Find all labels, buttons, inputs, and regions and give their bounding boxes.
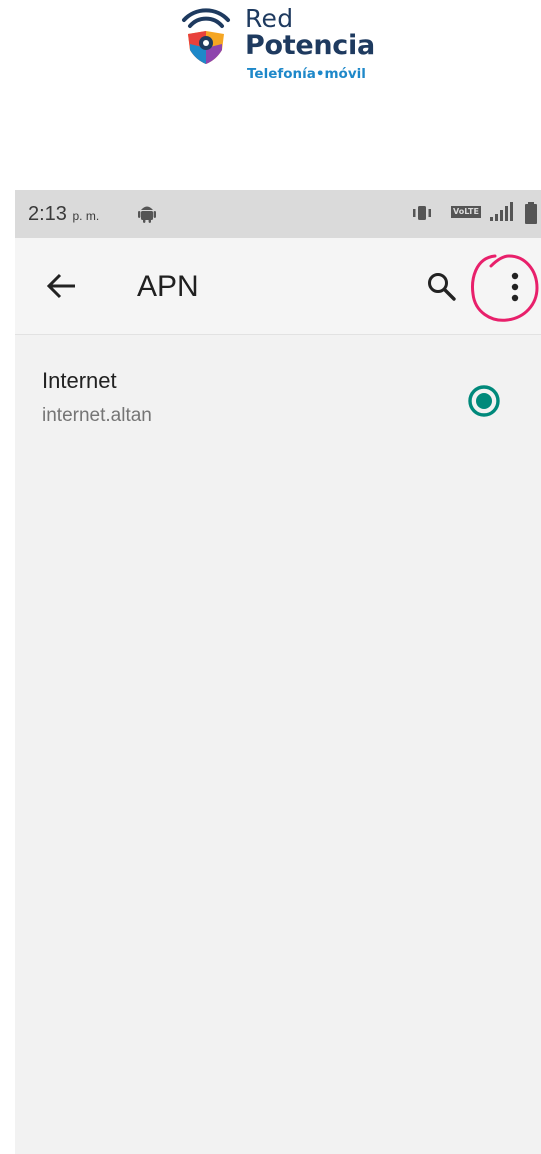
brand-name-line2: Potencia bbox=[245, 30, 375, 61]
status-bar: 2:13 p. m. VoLTE bbox=[15, 190, 541, 238]
status-icons: VoLTE bbox=[411, 202, 541, 224]
search-icon[interactable] bbox=[426, 271, 458, 303]
more-options-icon[interactable] bbox=[497, 268, 533, 306]
apn-list-item[interactable]: Internet internet.altan bbox=[15, 354, 541, 444]
phone-screen: 2:13 p. m. VoLTE APN Internet internet.a… bbox=[15, 190, 541, 1154]
status-time: 2:13 p. m. bbox=[28, 203, 99, 227]
page-title: APN bbox=[137, 270, 199, 303]
brand-header: Red Potencia Telefonía•móvil bbox=[0, 0, 541, 190]
app-bar: APN bbox=[15, 238, 541, 335]
apn-value: internet.altan bbox=[42, 405, 152, 426]
status-time-value: 2:13 bbox=[28, 203, 67, 225]
signal-icon bbox=[490, 202, 513, 221]
vibrate-icon bbox=[413, 206, 431, 220]
android-icon bbox=[138, 206, 156, 223]
apn-name: Internet bbox=[42, 368, 117, 393]
brand-tagline: Telefonía•móvil bbox=[247, 66, 366, 82]
radio-selected-icon[interactable] bbox=[467, 384, 501, 418]
status-time-ampm: p. m. bbox=[72, 209, 100, 223]
brand-name-line1: Red bbox=[245, 4, 294, 33]
battery-icon bbox=[525, 202, 537, 224]
wifi-shield-logo-icon bbox=[182, 8, 230, 64]
volte-icon: VoLTE bbox=[451, 206, 481, 218]
back-arrow-icon[interactable] bbox=[45, 272, 77, 300]
